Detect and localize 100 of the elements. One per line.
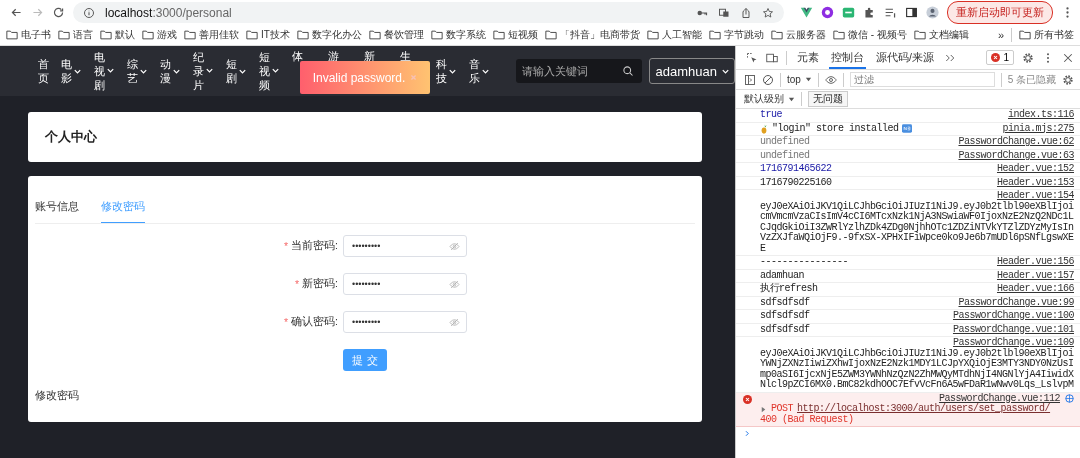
list-icon[interactable] — [884, 6, 897, 19]
inspect-icon[interactable] — [746, 51, 758, 64]
source-link[interactable]: Header.vue:152 — [997, 164, 1074, 175]
devtools-tab[interactable]: 控制台 — [829, 46, 866, 69]
bookmark-folder[interactable]: 所有书签 — [1034, 28, 1074, 42]
nav-menu-item[interactable]: 首页 — [38, 56, 49, 86]
bookmark-folder[interactable]: 短视频 — [507, 28, 538, 42]
bookmark-folder[interactable]: 微信 - 视频号 — [847, 28, 907, 42]
nav-menu-item[interactable]: 新 — [364, 49, 388, 64]
clear-console-icon[interactable] — [762, 73, 774, 86]
nav-menu-item[interactable]: 电视剧 — [94, 49, 115, 93]
sidebar-toggle-icon[interactable] — [744, 73, 756, 86]
vue-devtools-icon[interactable] — [800, 6, 813, 19]
folder-icon[interactable] — [708, 30, 721, 40]
star-icon[interactable] — [762, 6, 774, 19]
bookmark-folder[interactable]: 文档编辑 — [928, 28, 969, 42]
folder-icon[interactable] — [430, 30, 443, 40]
bookmark-folder[interactable]: 数字系统 — [445, 28, 486, 42]
expand-triangle-icon[interactable] — [760, 405, 767, 413]
nav-menu-item[interactable]: 音乐 — [469, 56, 490, 86]
devtools-tab[interactable]: 源代码/来源 — [874, 46, 936, 69]
devtools-tab[interactable]: 元素 — [795, 46, 821, 69]
translate-icon[interactable] — [718, 6, 730, 19]
device-toolbar-icon[interactable] — [766, 51, 778, 64]
folder-icon[interactable] — [142, 30, 154, 40]
bookmark-folder[interactable]: 电子书 — [21, 28, 51, 42]
source-link[interactable]: PasswordChange.vue:63 — [958, 150, 1074, 161]
bookmark-folder[interactable]: 默认 — [115, 28, 135, 42]
error-count-badge[interactable]: 1 — [986, 50, 1014, 65]
share-icon[interactable] — [740, 6, 752, 19]
folder-icon[interactable] — [544, 30, 557, 40]
reload-icon[interactable] — [52, 6, 65, 19]
source-link[interactable]: PasswordChange.vue:100 — [952, 311, 1074, 322]
tab[interactable]: 账号信息 — [35, 200, 79, 223]
filter-field[interactable]: 过滤 — [849, 72, 995, 87]
address-bar[interactable]: localhost:3000/personal — [73, 2, 784, 23]
issues-button[interactable]: 无问题 — [808, 91, 848, 107]
bookmark-folder[interactable]: 人工智能 — [661, 28, 702, 42]
nav-menu-item[interactable]: 游 — [328, 49, 352, 64]
nav-menu-item[interactable]: 电影 — [61, 56, 82, 86]
extension-icon[interactable] — [821, 6, 834, 19]
search-icon[interactable] — [621, 65, 634, 77]
bookmark-folder[interactable]: 数字化办公 — [311, 28, 362, 42]
source-link[interactable]: PasswordChange.vue:62 — [958, 137, 1074, 148]
nav-menu-item[interactable]: 纪录片 — [193, 49, 214, 93]
folder-icon[interactable] — [492, 30, 505, 40]
source-link[interactable]: Header.vue:157 — [997, 270, 1074, 281]
source-link[interactable]: Header.vue:156 — [997, 257, 1074, 268]
bookmark-folder[interactable]: 云服务器 — [785, 28, 826, 42]
request-url-link[interactable]: http://localhost:3000/auth/users/set_password/ — [797, 404, 1051, 415]
nav-menu-item[interactable]: 短视频 — [259, 49, 280, 93]
nav-menu-item[interactable]: 体 — [292, 49, 316, 64]
bookmarks-overflow[interactable]: » — [997, 29, 1004, 41]
update-button[interactable]: 重新启动即可更新 — [947, 1, 1053, 24]
settings-icon[interactable] — [1022, 51, 1034, 64]
bookmark-folder[interactable]: 「抖音」电商带货 — [559, 28, 640, 42]
folder-icon[interactable] — [184, 30, 196, 40]
user-select[interactable]: adamhuan — [648, 58, 735, 84]
bookmark-folder[interactable]: IT技术 — [261, 28, 290, 42]
bookmark-folder[interactable]: 字节跳动 — [723, 28, 764, 42]
folder-icon[interactable] — [100, 30, 112, 40]
folder-icon[interactable] — [58, 30, 70, 40]
folder-icon[interactable] — [646, 30, 659, 40]
folder-icon[interactable] — [246, 30, 258, 40]
folder-icon[interactable] — [368, 30, 381, 40]
nav-menu-item[interactable]: 生 — [400, 49, 424, 64]
source-link[interactable]: PasswordChange.vue:109 — [952, 338, 1074, 349]
source-link[interactable]: PasswordChange.vue:112 — [938, 393, 1060, 404]
bookmark-folder[interactable]: 餐饮管理 — [383, 28, 424, 42]
prompt-chevron-icon[interactable] — [743, 429, 752, 438]
sidebar-icon[interactable] — [905, 6, 918, 19]
password-field[interactable]: ••••••••• — [343, 311, 467, 333]
puzzle-icon[interactable] — [863, 6, 876, 19]
source-link[interactable]: PasswordChange.vue:101 — [952, 324, 1074, 335]
nav-menu-item[interactable]: 科技 — [436, 56, 457, 86]
bookmark-folder[interactable]: 游戏 — [157, 28, 177, 42]
bookmark-folder[interactable]: 善用佳软 — [199, 28, 239, 42]
source-link[interactable]: Header.vue:154 — [997, 191, 1074, 202]
folder-icon[interactable] — [770, 30, 783, 40]
extension-icon[interactable] — [842, 6, 855, 19]
folder-icon[interactable] — [913, 30, 926, 40]
site-info-icon[interactable] — [83, 6, 95, 19]
password-field[interactable]: ••••••••• — [343, 235, 467, 257]
nav-menu-item[interactable]: 动漫 — [160, 56, 181, 86]
folder-icon[interactable] — [296, 30, 309, 40]
source-link[interactable]: Header.vue:166 — [997, 284, 1074, 295]
back-icon[interactable] — [10, 6, 23, 19]
source-link[interactable]: Header.vue:153 — [997, 177, 1074, 188]
search-field[interactable]: 请输入关键词 — [515, 59, 642, 83]
eye-icon[interactable] — [824, 73, 837, 86]
password-field[interactable]: ••••••••• — [343, 273, 467, 295]
source-link[interactable]: index.ts:116 — [1008, 110, 1074, 121]
avatar-icon[interactable] — [926, 6, 939, 19]
bookmark-folder[interactable]: 语言 — [73, 28, 93, 42]
folder-icon[interactable] — [832, 30, 845, 40]
source-link[interactable]: PasswordChange.vue:99 — [958, 297, 1074, 308]
folder-icon[interactable] — [1019, 30, 1031, 40]
context-select[interactable]: top — [787, 74, 812, 85]
network-icon[interactable] — [1065, 394, 1074, 404]
folder-icon[interactable] — [6, 30, 18, 40]
